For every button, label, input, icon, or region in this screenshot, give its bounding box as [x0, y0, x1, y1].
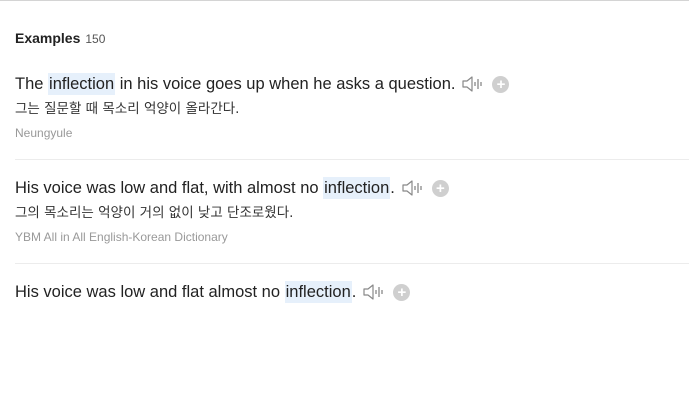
highlighted-word[interactable]: inflection — [48, 73, 116, 95]
divider — [15, 263, 689, 264]
example-item: His voice was low and flat, with almost … — [15, 177, 689, 244]
example-item: His voice was low and flat almost no inf… — [15, 281, 689, 303]
example-sentence: The inflection in his voice goes up when… — [15, 73, 689, 95]
example-sentence: His voice was low and flat almost no inf… — [15, 281, 689, 303]
example-translation: 그의 목소리는 억양이 거의 없이 낮고 단조로웠다. — [15, 205, 294, 221]
speaker-icon[interactable] — [461, 74, 485, 94]
add-icon[interactable]: + — [492, 75, 510, 93]
examples-title: Examples — [15, 30, 81, 46]
sentence-text: His voice was low and flat almost no — [15, 283, 285, 301]
speaker-icon[interactable] — [401, 178, 425, 198]
sentence-text: . — [390, 179, 395, 197]
examples-count: 150 — [85, 32, 106, 46]
divider — [15, 159, 689, 160]
example-sentence: His voice was low and flat, with almost … — [15, 177, 689, 199]
example-source: YBM All in All English-Korean Dictionary — [15, 230, 228, 244]
example-item: The inflection in his voice goes up when… — [15, 73, 689, 140]
sentence-text: in his voice goes up when he asks a ques… — [115, 75, 456, 93]
add-icon[interactable]: + — [431, 179, 449, 197]
example-translation: 그는 질문할 때 목소리 억양이 올라간다. — [15, 101, 240, 117]
examples-panel: Examples 150 The inflection in his voice… — [0, 0, 689, 409]
sentence-text: . — [351, 283, 357, 301]
add-icon[interactable]: + — [393, 283, 411, 301]
speaker-icon[interactable] — [362, 282, 386, 302]
example-source: Neungyule — [15, 126, 73, 140]
sentence-text: His voice was low and flat, with almost … — [15, 179, 324, 197]
sentence-text: The — [15, 75, 49, 93]
examples-header: Examples 150 — [15, 30, 105, 46]
highlighted-word[interactable]: inflection — [323, 177, 391, 199]
highlighted-word[interactable]: inflection — [284, 281, 352, 303]
